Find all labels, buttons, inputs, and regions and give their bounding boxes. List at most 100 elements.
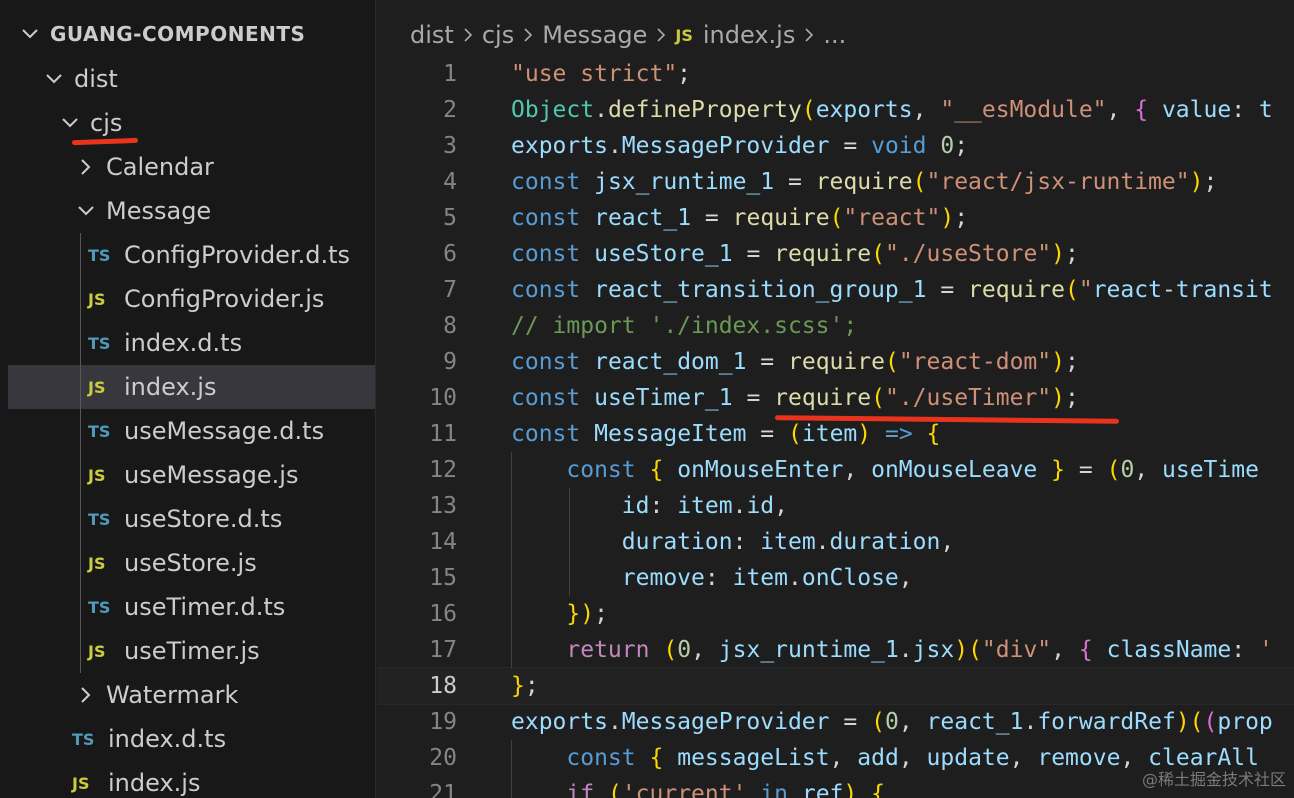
code-line: 11 const MessageItem = (item) => { (377, 416, 1294, 452)
line-number: 3 (443, 133, 457, 159)
tree-item-label: dist (74, 65, 118, 93)
explorer-root[interactable]: GUANG-COMPONENTS (8, 12, 375, 56)
breadcrumb-more[interactable]: ... (823, 21, 846, 49)
line-number: 7 (443, 277, 457, 303)
code-line: 10 const useTimer_1 = require("./useTimer… (377, 380, 1294, 416)
chevron-right-icon (514, 23, 542, 47)
chevron-right-icon (74, 673, 98, 717)
line-number: 8 (443, 313, 457, 339)
code-text: const MessageItem = (item) => { (511, 421, 941, 447)
tree-item-label: ConfigProvider.js (124, 285, 325, 313)
tree-file[interactable]: JS useTimer.js (8, 629, 375, 673)
tree-file[interactable]: JS index.js (8, 761, 375, 798)
tree-folder-cjs[interactable]: cjs (8, 101, 375, 145)
code-text: const react_1 = require("react"); (511, 205, 969, 231)
line-number: 15 (429, 565, 457, 591)
tree-item-label: index.d.ts (108, 725, 227, 753)
javascript-file-icon: JS (88, 641, 106, 661)
code-line: 12 const { onMouseEnter, onMouseLeave } … (377, 452, 1294, 488)
line-number: 1 (443, 61, 457, 87)
code-text: const useTimer_1 = require("./useTimer")… (511, 385, 1079, 411)
line-number: 5 (443, 205, 457, 231)
tree-item-label: Watermark (106, 681, 239, 709)
line-number: 10 (429, 385, 457, 411)
indent-guide (511, 452, 512, 668)
chevron-down-icon (74, 189, 98, 233)
typescript-file-icon: TS (72, 729, 95, 749)
code-line-current: 18}; (377, 667, 1294, 705)
indent-guide (569, 488, 570, 596)
tree-folder-message[interactable]: Message (8, 189, 375, 233)
tree-file-selected[interactable]: JS index.js (8, 365, 375, 409)
tree-file[interactable]: TS index.d.ts (8, 321, 375, 365)
tree-file[interactable]: JS useStore.js (8, 541, 375, 585)
line-number: 20 (429, 745, 457, 771)
line-number: 17 (429, 637, 457, 663)
code-text: const jsx_runtime_1 = require("react/jsx… (511, 169, 1218, 195)
tree-file[interactable]: JS ConfigProvider.js (8, 277, 375, 321)
tree-item-label: useMessage.js (124, 461, 299, 489)
tree-item-label: index.js (124, 373, 217, 401)
code-line: 3 exports.MessageProvider = void 0; (377, 128, 1294, 164)
code-text: duration: item.duration, (621, 529, 955, 555)
code-text: if ('current' in ref) { (566, 781, 885, 798)
code-text: const { onMouseEnter, onMouseLeave } = (… (566, 457, 1259, 483)
tree-file[interactable]: TS useTimer.d.ts (8, 585, 375, 629)
typescript-file-icon: TS (88, 597, 111, 617)
javascript-file-icon: JS (88, 377, 106, 397)
code-line: 1 "use strict"; (377, 56, 1294, 92)
tree-item-label: useStore.js (124, 549, 257, 577)
typescript-file-icon: TS (88, 333, 111, 353)
code-text: const react_transition_group_1 = require… (511, 277, 1273, 303)
tree-folder-dist[interactable]: dist (8, 57, 375, 101)
code-line: 7 const react_transition_group_1 = requir… (377, 272, 1294, 308)
javascript-file-icon: JS (88, 465, 106, 485)
breadcrumb-item[interactable]: cjs (482, 21, 514, 49)
code-line: 6 const useStore_1 = require("./useStore"… (377, 236, 1294, 272)
tree-item-label: useTimer.js (124, 637, 260, 665)
tree-folder-calendar[interactable]: Calendar (8, 145, 375, 189)
breadcrumb-file[interactable]: index.js (703, 21, 795, 49)
line-number: 19 (429, 709, 457, 735)
tree-item-label: useMessage.d.ts (124, 417, 325, 445)
tree-item-label: Message (106, 197, 212, 225)
breadcrumb-item[interactable]: Message (542, 21, 647, 49)
breadcrumb-item[interactable]: dist (410, 21, 454, 49)
typescript-file-icon: TS (88, 509, 111, 529)
chevron-down-icon (58, 101, 82, 145)
line-number: 12 (429, 457, 457, 483)
code-text: "use strict"; (511, 61, 692, 87)
line-number: 18 (429, 673, 457, 699)
code-text: Object.defineProperty(exports, "__esModu… (511, 97, 1273, 123)
code-line: 16 }); (377, 596, 1294, 632)
tree-folder-watermark[interactable]: Watermark (8, 673, 375, 717)
tree-item-label: index.js (108, 769, 201, 797)
typescript-file-icon: TS (88, 245, 111, 265)
chevron-right-icon (74, 145, 98, 189)
code-line: 14 duration: item.duration, (377, 524, 1294, 560)
tree-file[interactable]: JS useMessage.js (8, 453, 375, 497)
code-text: exports.MessageProvider = void 0; (511, 133, 969, 159)
chevron-right-icon (795, 23, 823, 47)
code-text: exports.MessageProvider = (0, react_1.fo… (511, 709, 1273, 735)
code-line: 8 // import './index.scss'; (377, 308, 1294, 344)
chevron-right-icon (647, 23, 675, 47)
code-line: 5 const react_1 = require("react"); (377, 200, 1294, 236)
tree-file[interactable]: TS useStore.d.ts (8, 497, 375, 541)
tree-indent-guide (80, 233, 81, 673)
line-number: 16 (429, 601, 457, 627)
chevron-down-icon (18, 12, 42, 56)
code-text: remove: item.onClose, (621, 565, 913, 591)
tree-item-label: useTimer.d.ts (124, 593, 286, 621)
code-text: const useStore_1 = require("./useStore")… (511, 241, 1079, 267)
tree-file[interactable]: TS index.d.ts (8, 717, 375, 761)
code-line: 2 Object.defineProperty(exports, "__esMod… (377, 92, 1294, 128)
line-number: 6 (443, 241, 457, 267)
tree-file[interactable]: TS ConfigProvider.d.ts (8, 233, 375, 277)
tree-file[interactable]: TS useMessage.d.ts (8, 409, 375, 453)
line-number: 2 (443, 97, 457, 123)
chevron-right-icon (454, 23, 482, 47)
javascript-file-icon: JS (675, 25, 693, 45)
code-text: }; (511, 673, 539, 699)
line-number: 21 (429, 781, 457, 798)
